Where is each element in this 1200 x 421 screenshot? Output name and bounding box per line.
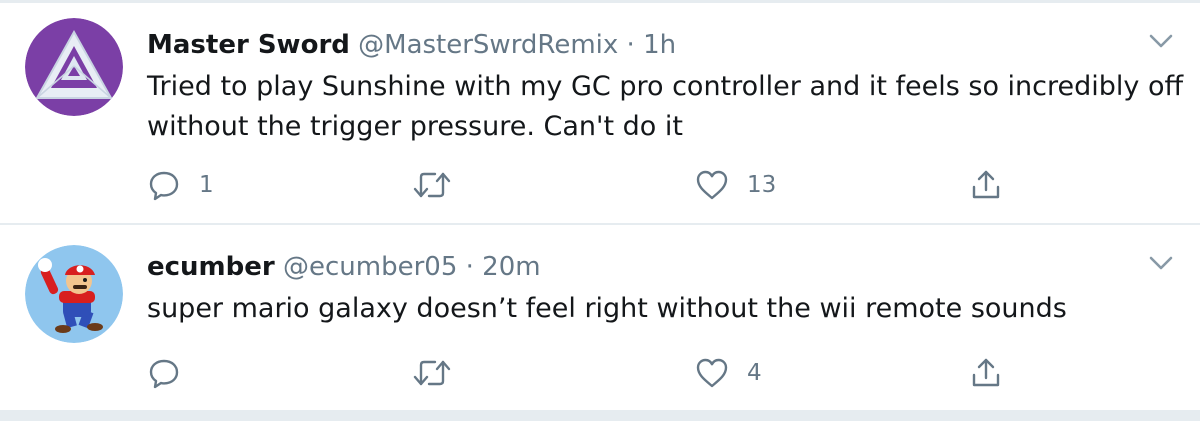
- user-handle[interactable]: @ecumber05: [283, 252, 457, 282]
- reply-icon: [149, 171, 179, 201]
- timestamp[interactable]: 20m: [482, 252, 540, 282]
- timestamp[interactable]: 1h: [643, 30, 676, 60]
- like-button[interactable]: 4: [695, 353, 762, 393]
- tweet-actions: 4: [147, 353, 1047, 393]
- like-count: 13: [747, 172, 777, 198]
- heart-icon: [696, 358, 728, 388]
- mario-avatar-icon: [25, 245, 123, 343]
- user-handle[interactable]: @MasterSwrdRemix: [358, 30, 618, 60]
- retweet-button[interactable]: [412, 353, 470, 393]
- reply-button[interactable]: 1: [147, 165, 214, 205]
- reply-button[interactable]: [147, 353, 199, 393]
- avatar[interactable]: [25, 245, 123, 343]
- share-button[interactable]: [969, 353, 1003, 393]
- tweet-actions: 1 13: [147, 165, 1047, 205]
- display-name[interactable]: ecumber: [147, 252, 275, 282]
- retweet-icon: [413, 360, 451, 386]
- retweet-icon: [413, 172, 451, 198]
- separator-dot: ·: [465, 252, 474, 282]
- share-button[interactable]: [969, 165, 1003, 205]
- chevron-down-icon[interactable]: [1148, 31, 1174, 51]
- avatar[interactable]: [25, 18, 123, 116]
- timeline: Master Sword @MasterSwrdRemix · 1h Tried…: [0, 0, 1200, 421]
- retweet-button[interactable]: [412, 165, 470, 205]
- tweet-header: ecumber @ecumber05 · 20m: [147, 249, 541, 285]
- share-icon: [972, 170, 1000, 199]
- bottom-divider: [0, 410, 1200, 421]
- display-name[interactable]: Master Sword: [147, 30, 350, 60]
- reply-count: 1: [199, 172, 214, 198]
- tweet[interactable]: Master Sword @MasterSwrdRemix · 1h Tried…: [0, 3, 1200, 225]
- tweet-text: super mario galaxy doesn’t feel right wi…: [147, 293, 1067, 324]
- share-icon: [972, 358, 1000, 387]
- separator-dot: ·: [626, 30, 635, 60]
- heart-icon: [696, 170, 728, 200]
- tweet-header: Master Sword @MasterSwrdRemix · 1h: [147, 27, 676, 63]
- tweet-text: Tried to play Sunshine with my GC pro co…: [147, 71, 1184, 142]
- like-count: 4: [747, 360, 762, 386]
- chevron-down-icon[interactable]: [1148, 253, 1174, 273]
- reply-icon: [149, 359, 179, 389]
- like-button[interactable]: 13: [695, 165, 776, 205]
- triforce-avatar-icon: [25, 18, 123, 116]
- tweet[interactable]: ecumber @ecumber05 · 20m super mario gal…: [0, 225, 1200, 411]
